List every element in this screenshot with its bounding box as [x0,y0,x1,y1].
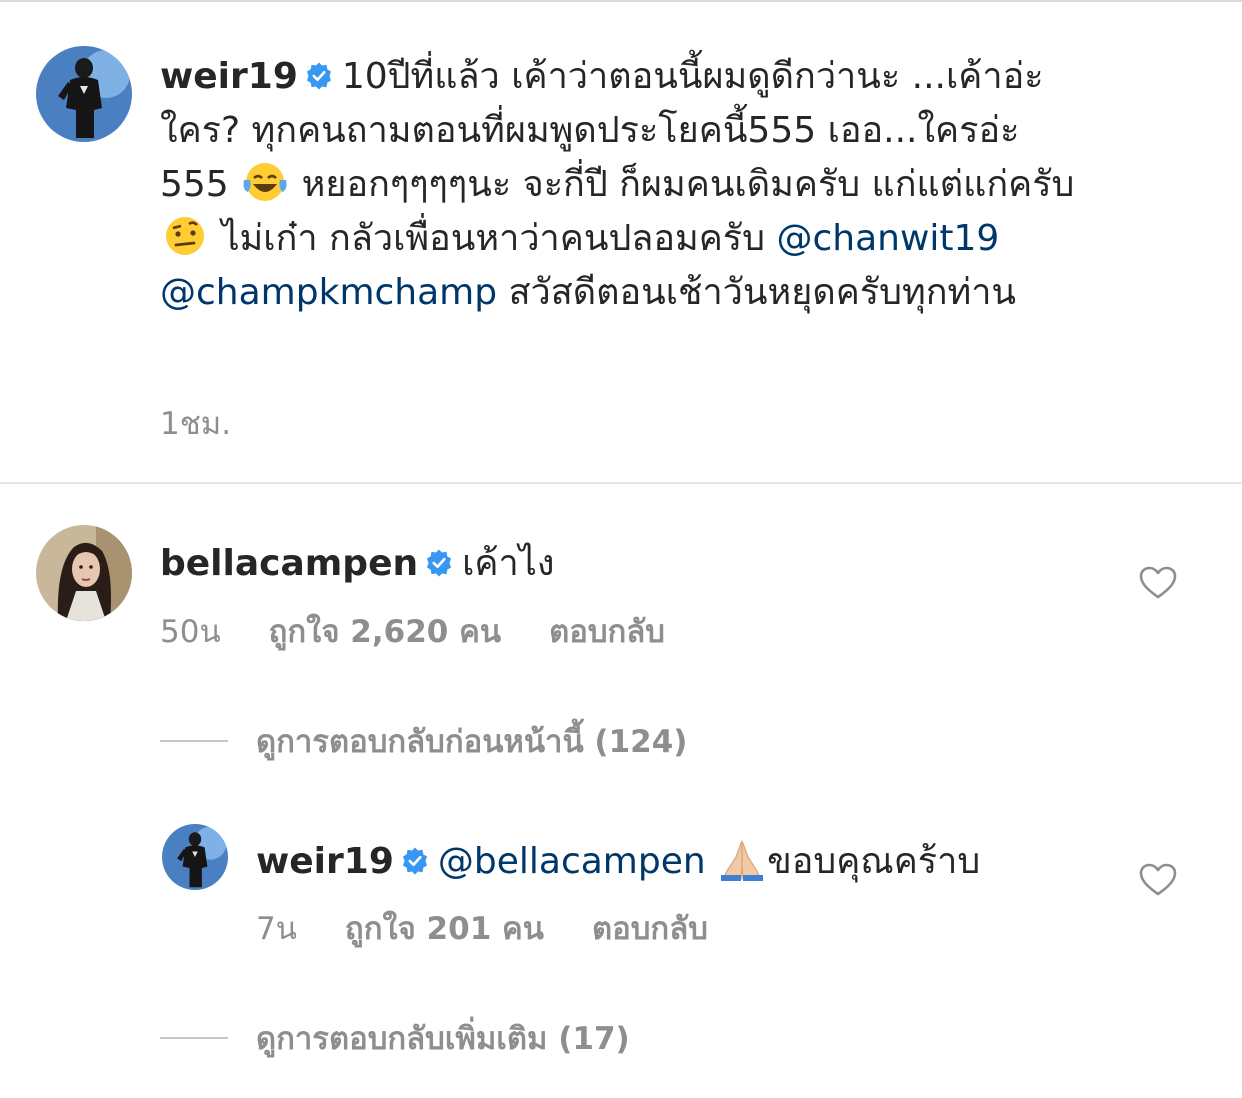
comment-likes-link[interactable]: ถูกใจ 2,620 คน [269,614,501,650]
view-more-replies-label: ดูการตอบกลับเพิ่มเติม (17) [256,1021,630,1057]
comment-time: 50น [160,614,221,650]
caption: weir19 10ปีที่แล้ว เค้าว่าตอนนี้ผมดูดีกว่… [160,50,1080,320]
reply-mention-link[interactable]: @bellacampen [438,841,706,882]
caption-text-4: สวัสดีตอนเช้าวันหยุดครับทุกท่าน [508,272,1017,313]
heart-icon[interactable] [1139,863,1177,897]
mention-link[interactable]: @champkmchamp [160,272,497,313]
raised-eyebrow-emoji-icon [160,214,210,258]
caption-text-3: ไม่เก๋า กลัวเพื่อนหาว่าคนปลอมครับ [221,218,765,259]
caption-time: 1ชม. [160,406,232,442]
view-previous-replies-link[interactable]: ดูการตอบกลับก่อนหน้านี้ (124) [160,716,687,766]
reply-button[interactable]: ตอบกลับ [549,614,665,650]
reply-likes-link[interactable]: ถูกใจ 201 คน [345,911,544,947]
avatar[interactable] [162,824,228,890]
verified-badge-icon [304,61,334,91]
reply-username[interactable]: weir19 [256,841,394,882]
comment-body: bellacampen เค้าไง [160,534,554,591]
reply-time: 7น [256,911,297,947]
view-more-replies-link[interactable]: ดูการตอบกลับเพิ่มเติม (17) [160,1013,630,1063]
replies-dash [160,1037,228,1039]
mention-link[interactable]: @chanwit19 [776,218,999,259]
comment-text: เค้าไง [462,543,555,584]
reply-body: weir19 @bellacampen ขอบคุณคร้าบ [256,832,980,889]
reply-meta: 7น ถูกใจ 201 คน ตอบกลับ [256,903,756,953]
verified-badge-icon [400,846,430,876]
comment-username[interactable]: bellacampen [160,543,418,584]
avatar[interactable] [36,525,132,621]
caption-timestamp: 1ชม. [160,398,279,448]
reply-text: ขอบคุณคร้าบ [767,841,981,882]
verified-badge-icon [424,548,454,578]
tears-of-joy-emoji-icon [240,160,290,204]
view-previous-replies-label: ดูการตอบกลับก่อนหน้านี้ (124) [256,724,688,760]
top-divider [0,0,1242,2]
folded-hands-emoji-icon [717,837,767,881]
heart-icon[interactable] [1139,566,1177,600]
reply-button[interactable]: ตอบกลับ [592,911,708,947]
comment-meta: 50น ถูกใจ 2,620 คน ตอบกลับ [160,606,713,656]
caption-username[interactable]: weir19 [160,56,298,97]
section-divider [0,482,1242,484]
caption-text-2: หยอกๆๆๆๆนะ จะกี่ปี ก็ผมคนเดิมครับ แก่แต่… [301,164,1075,205]
replies-dash [160,740,228,742]
avatar[interactable] [36,46,132,142]
